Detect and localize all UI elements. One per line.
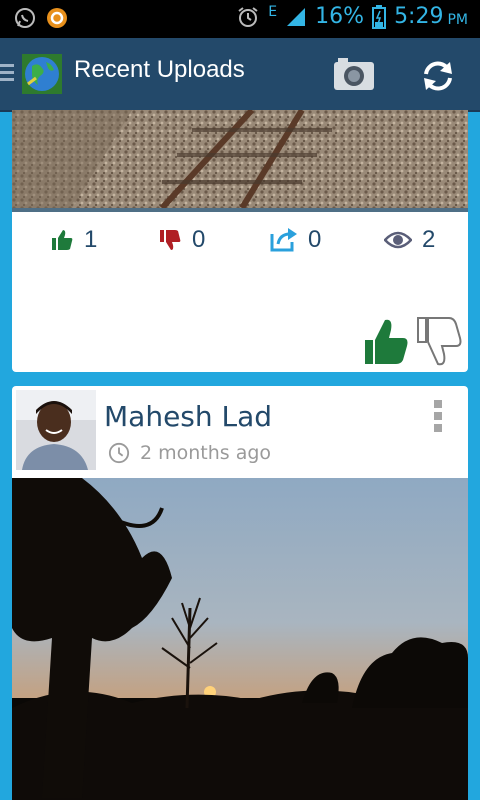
action-bar: Recent Uploads (0, 38, 480, 112)
whatsapp-icon (15, 8, 35, 28)
sunset-photo[interactable] (12, 478, 468, 800)
signal-icon (287, 7, 306, 26)
globe-logo-icon[interactable] (22, 54, 62, 94)
notification-app-icon (47, 8, 67, 28)
share-icon (270, 228, 297, 252)
post-time: 2 months ago (108, 442, 271, 464)
thumbs-up-icon (52, 230, 73, 250)
status-bar: E 16% 5:29 PM (0, 0, 480, 38)
share-count: 0 (308, 226, 322, 253)
alarm-icon (238, 6, 258, 27)
menu-icon[interactable] (0, 64, 14, 85)
clock-icon (108, 442, 130, 464)
post-card: Mahesh Lad 2 months ago (12, 386, 468, 800)
camera-icon[interactable] (332, 56, 376, 92)
time-ago: 2 months ago (140, 442, 272, 464)
battery-percent: 16% (315, 4, 365, 29)
avatar[interactable] (16, 390, 96, 470)
clock-ampm: PM (447, 11, 468, 28)
dislike-stat[interactable]: 0 (158, 226, 205, 254)
clock-time: 5:29 (394, 4, 444, 29)
share-stat[interactable]: 0 (270, 226, 321, 254)
views-stat: 2 (384, 226, 435, 254)
eye-icon (384, 231, 412, 249)
user-name[interactable]: Mahesh Lad (104, 400, 272, 433)
like-button[interactable] (363, 316, 409, 366)
dislike-button[interactable] (416, 316, 462, 368)
battery-icon (372, 4, 387, 29)
stats-row: 1 0 0 2 (12, 226, 468, 258)
views-count: 2 (422, 226, 436, 253)
post-card: 1 0 0 2 (12, 110, 468, 372)
refresh-icon[interactable] (420, 58, 456, 94)
dislike-count: 0 (192, 226, 206, 253)
like-stat[interactable]: 1 (50, 226, 97, 254)
network-type: E (268, 4, 278, 20)
like-count: 1 (84, 226, 98, 253)
divider (12, 208, 468, 212)
page-title: Recent Uploads (74, 56, 245, 83)
thumbs-down-icon (160, 230, 181, 250)
overflow-menu-icon[interactable] (434, 400, 444, 436)
railway-track-photo[interactable] (12, 110, 468, 208)
